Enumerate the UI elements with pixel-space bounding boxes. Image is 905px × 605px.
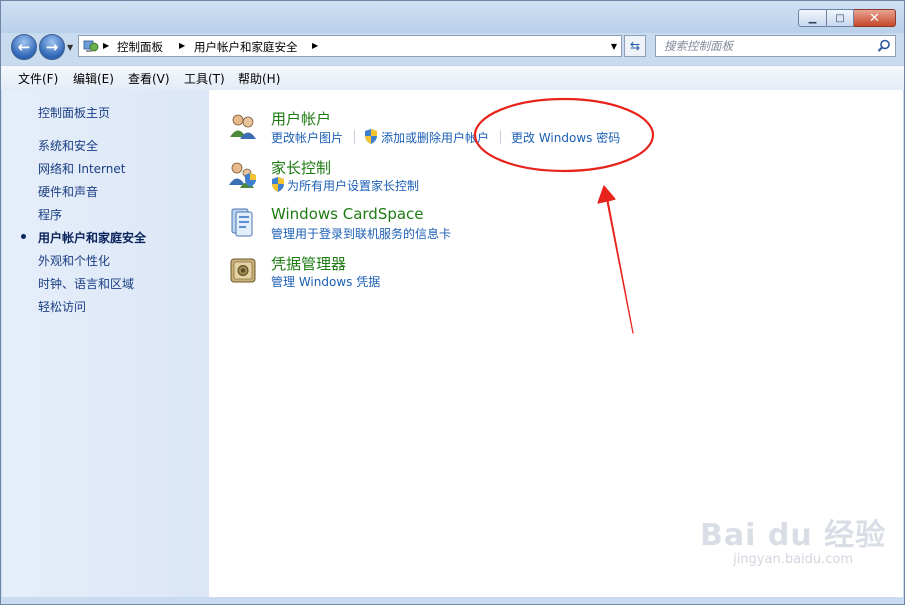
- refresh-icon: ⇆: [629, 39, 641, 53]
- maximize-icon: □: [835, 12, 845, 24]
- back-arrow-icon: ←: [17, 38, 31, 56]
- link-set-parental-controls[interactable]: 为所有用户设置家长控制: [287, 177, 419, 194]
- recent-pages-dropdown-icon[interactable]: ▼: [67, 43, 73, 52]
- back-button[interactable]: ←: [11, 34, 37, 60]
- breadcrumb-arrow-icon[interactable]: ▶: [103, 41, 109, 50]
- menu-bar: 文件(F) 编辑(E) 查看(V) 工具(T) 帮助(H): [1, 65, 904, 91]
- link-manage-info-cards[interactable]: 管理用于登录到联机服务的信息卡: [271, 225, 451, 242]
- breadcrumb-control-panel[interactable]: 控制面板: [117, 39, 163, 55]
- breadcrumb-arrow-icon[interactable]: ▶: [179, 41, 185, 50]
- refresh-button[interactable]: ⇆: [624, 35, 646, 57]
- parental-controls-icon[interactable]: [228, 159, 258, 189]
- main-content: 用户帐户 更改帐户图片 添加或删除用户帐户 更改 Windows 密码 家长控制…: [209, 90, 903, 597]
- link-change-account-picture[interactable]: 更改帐户图片: [271, 129, 343, 146]
- sidebar-item-clock-language[interactable]: 时钟、语言和区域: [38, 275, 134, 292]
- sidebar-item-ease-of-access[interactable]: 轻松访问: [38, 298, 86, 315]
- credential-manager-icon[interactable]: [228, 255, 258, 285]
- forward-arrow-icon: →: [45, 38, 59, 56]
- address-bar[interactable]: ▶ 控制面板 ▶ 用户帐户和家庭安全 ▶ ▼: [78, 35, 622, 57]
- sidebar-item-system-security[interactable]: 系统和安全: [38, 137, 98, 154]
- sidebar-item-appearance[interactable]: 外观和个性化: [38, 252, 110, 269]
- uac-shield-icon: [365, 129, 377, 144]
- close-icon: ✕: [869, 10, 880, 26]
- menu-tools[interactable]: 工具(T): [184, 70, 225, 87]
- menu-view[interactable]: 查看(V): [128, 70, 170, 87]
- link-add-remove-accounts[interactable]: 添加或删除用户帐户: [381, 129, 489, 146]
- control-panel-icon: [83, 40, 99, 52]
- user-accounts-icon[interactable]: [228, 111, 258, 141]
- sidebar-item-hardware-sound[interactable]: 硬件和声音: [38, 183, 98, 200]
- search-box[interactable]: [655, 35, 896, 57]
- link-separator: [354, 130, 355, 144]
- minimize-button[interactable]: ▁: [798, 9, 827, 27]
- sidebar-item-user-accounts[interactable]: 用户帐户和家庭安全: [38, 229, 146, 246]
- navigation-bar: ← → ▼ ▶ 控制面板 ▶ 用户帐户和家庭安全 ▶ ▼ ⇆: [1, 33, 904, 63]
- search-icon[interactable]: [877, 39, 891, 53]
- link-manage-windows-credentials[interactable]: 管理 Windows 凭据: [271, 273, 380, 290]
- close-button[interactable]: ✕: [854, 9, 896, 27]
- sidebar-item-network-internet[interactable]: 网络和 Internet: [38, 160, 125, 177]
- minimize-icon: ▁: [808, 12, 817, 24]
- menu-edit[interactable]: 编辑(E): [73, 70, 114, 87]
- sidebar: 控制面板主页 系统和安全 网络和 Internet 硬件和声音 程序 用户帐户和…: [2, 90, 209, 597]
- category-title-credential-manager[interactable]: 凭据管理器: [271, 253, 346, 274]
- search-input[interactable]: [656, 36, 879, 56]
- breadcrumb-arrow-icon[interactable]: ▶: [312, 41, 318, 50]
- link-change-windows-password[interactable]: 更改 Windows 密码: [511, 129, 620, 146]
- menu-file[interactable]: 文件(F): [18, 70, 58, 87]
- sidebar-item-programs[interactable]: 程序: [38, 206, 62, 223]
- address-dropdown-icon[interactable]: ▼: [611, 42, 617, 51]
- category-title-parental-controls[interactable]: 家长控制: [271, 157, 331, 178]
- control-panel-window: ▁ □ ✕ ← → ▼ ▶ 控制面板 ▶ 用户帐户和家庭安全 ▶ ▼ ⇆ 搜索控…: [0, 0, 905, 605]
- menu-help[interactable]: 帮助(H): [238, 70, 280, 87]
- category-title-cardspace[interactable]: Windows CardSpace: [271, 205, 424, 223]
- category-title-user-accounts[interactable]: 用户帐户: [271, 108, 331, 129]
- cardspace-icon[interactable]: [228, 207, 258, 237]
- forward-button[interactable]: →: [39, 34, 65, 60]
- sidebar-home-link[interactable]: 控制面板主页: [38, 104, 110, 121]
- uac-shield-icon: [272, 177, 284, 192]
- maximize-button[interactable]: □: [827, 9, 854, 27]
- selected-bullet-icon: [21, 234, 26, 239]
- title-bar: ▁ □ ✕: [1, 1, 904, 33]
- link-separator: [500, 130, 501, 144]
- breadcrumb-user-accounts[interactable]: 用户帐户和家庭安全: [194, 39, 298, 55]
